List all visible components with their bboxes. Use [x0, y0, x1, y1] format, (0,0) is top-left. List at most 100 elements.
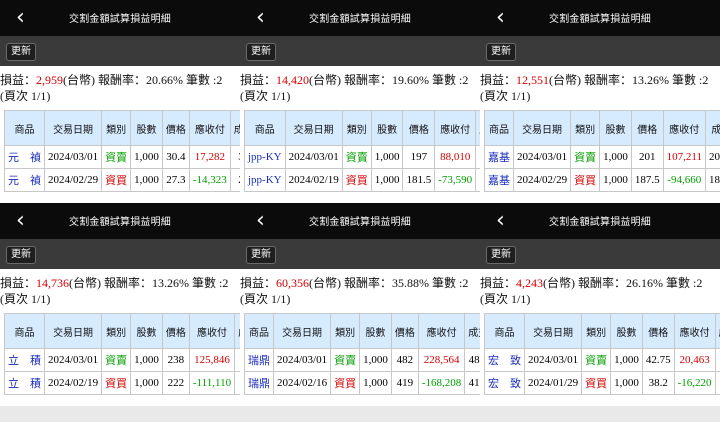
table-row[interactable]: 嘉基 2024/02/29 資買 1,000 187.5 -94,660 187… — [484, 168, 720, 192]
cell-date: 2024/03/01 — [43, 145, 103, 169]
update-button[interactable]: 更新 — [486, 43, 516, 61]
col-type: 類別 — [570, 110, 601, 146]
table-row[interactable]: 元 禎 2024/03/01 資賣 1,000 30.4 17,282 30 — [4, 145, 240, 169]
col-date: 交易日期 — [523, 313, 583, 349]
count-label: 筆數 : — [669, 73, 703, 87]
col-deal: 成交 — [714, 313, 720, 349]
cell-price: 42.75 — [641, 348, 675, 372]
col-type: 類別 — [581, 313, 612, 349]
cell-type: 資買 — [581, 371, 612, 395]
table-row[interactable]: 立 積 2024/03/01 資賣 1,000 238 125,846 23 — [4, 348, 240, 372]
count-label: 筆數 : — [183, 73, 217, 87]
summary: 損益：14,736(台幣) 報酬率：13.26% 筆數 :2 (頁次 1/1) — [0, 275, 240, 307]
cell-qty: 1,000 — [610, 371, 643, 395]
update-button[interactable]: 更新 — [246, 43, 276, 61]
trade-table: 商品 交易日期 類別 股數 價格 應收付 成交 jpp-KY 2024/03/0… — [244, 110, 480, 192]
page-title: 交割金額試算損益明細 — [69, 14, 171, 25]
profit-value: 2,959 — [36, 73, 64, 87]
count: 2 — [702, 73, 709, 87]
cell-date: 2024/03/01 — [512, 145, 572, 169]
return-rate-label: 報酬率： — [101, 276, 153, 290]
currency: (台幣) — [309, 73, 342, 87]
cell-date: 2024/02/19 — [43, 371, 103, 395]
screenshot-grid: ‹ 交割金額試算損益明細 更新 損益：2,959(台幣) 報酬率：20.66% … — [0, 0, 720, 422]
update-button[interactable]: 更新 — [6, 246, 36, 264]
table-row[interactable]: 瑞鼎 2024/02/16 資買 1,000 419 -168,208 419, — [244, 371, 480, 395]
count: 2 — [216, 73, 223, 87]
cell-qty: 1,000 — [370, 145, 404, 169]
trade-table: 商品 交易日期 類別 股數 價格 應收付 成交 元 禎 2024/03/01 資… — [4, 110, 240, 192]
table-row[interactable]: jpp-KY 2024/02/19 資買 1,000 181.5 -73,590… — [244, 168, 480, 192]
top-bar: ‹ 交割金額試算損益明細 — [240, 203, 480, 239]
table-row[interactable]: 元 禎 2024/02/29 資買 1,000 27.3 -14,323 27 — [4, 168, 240, 192]
count: 2 — [222, 276, 229, 290]
cell-price: 201 — [630, 145, 664, 169]
toolbar: 更新 — [240, 239, 480, 269]
count: 2 — [696, 276, 703, 290]
panel-2: ‹ 交割金額試算損益明細 更新 損益：14,420(台幣) 報酬率：19.60%… — [240, 0, 480, 203]
return-rate: 19.60% — [392, 73, 430, 87]
cell-qty: 1,000 — [370, 168, 404, 192]
col-price: 價格 — [630, 110, 664, 146]
cell-deal: 42 — [714, 348, 720, 372]
page-title: 交割金額試算損益明細 — [69, 217, 171, 228]
col-deal: 成交 — [464, 313, 480, 349]
cell-deal: 38 — [714, 371, 720, 395]
update-button[interactable]: 更新 — [246, 246, 276, 264]
panel-6: ‹ 交割金額試算損益明細 更新 損益：4,243(台幣) 報酬率：26.16% … — [480, 203, 720, 406]
summary: 損益：12,551(台幣) 報酬率：13.26% 筆數 :2 (頁次 1/1) — [480, 72, 720, 104]
cell-product: 元 禎 — [4, 145, 45, 169]
cell-qty: 1,000 — [359, 371, 392, 395]
cell-type: 資賣 — [570, 145, 601, 169]
cell-product: 立 積 — [4, 348, 45, 372]
col-product: 商品 — [4, 313, 45, 349]
cell-deal: 187,5 — [704, 168, 720, 192]
summary-line: 損益：2,959(台幣) 報酬率：20.66% 筆數 :2 — [0, 72, 240, 88]
update-button[interactable]: 更新 — [486, 246, 516, 264]
table-row[interactable]: 嘉基 2024/03/01 資賣 1,000 201 107,211 201,0 — [484, 145, 720, 169]
col-date: 交易日期 — [43, 313, 103, 349]
cell-type: 資賣 — [101, 145, 132, 169]
col-product: 商品 — [4, 110, 45, 146]
col-product: 商品 — [484, 313, 525, 349]
trade-table: 商品 交易日期 類別 股數 價格 應收付 成交 宏 致 2024/03/01 資… — [484, 313, 720, 395]
return-rate-label: 報酬率： — [581, 73, 633, 87]
cell-type: 資賣 — [101, 348, 132, 372]
cell-date: 2024/03/01 — [523, 348, 583, 372]
toolbar: 更新 — [480, 239, 720, 269]
count-label: 筆數 : — [189, 276, 223, 290]
cell-qty: 1,000 — [599, 168, 632, 192]
table-row[interactable]: 宏 致 2024/03/01 資賣 1,000 42.75 20,463 42 — [484, 348, 720, 372]
cell-price: 482 — [390, 348, 419, 372]
profit-label: 損益： — [240, 276, 277, 290]
profit-label: 損益： — [0, 73, 37, 87]
cell-product: 瑞鼎 — [244, 348, 274, 372]
col-qty: 股數 — [370, 110, 404, 146]
col-qty: 股數 — [599, 110, 632, 146]
summary-line: 損益：14,420(台幣) 報酬率：19.60% 筆數 :2 — [240, 72, 480, 88]
return-rate-label: 報酬率： — [341, 73, 393, 87]
summary: 損益：14,420(台幣) 報酬率：19.60% 筆數 :2 (頁次 1/1) — [240, 72, 480, 104]
table-row[interactable]: 宏 致 2024/01/29 資買 1,000 38.2 -16,220 38 — [484, 371, 720, 395]
cell-date: 2024/03/01 — [272, 348, 332, 372]
count-label: 筆數 : — [429, 276, 463, 290]
table-row[interactable]: 立 積 2024/02/19 資買 1,000 222 -111,110 22 — [4, 371, 240, 395]
cell-qty: 1,000 — [130, 371, 163, 395]
cell-date: 2024/01/29 — [523, 371, 583, 395]
col-qty: 股數 — [130, 313, 163, 349]
table-row[interactable]: jpp-KY 2024/03/01 資賣 1,000 197 88,010 19 — [244, 145, 480, 169]
col-product: 商品 — [484, 110, 514, 146]
page-title: 交割金額試算損益明細 — [549, 217, 651, 228]
cell-price: 222 — [161, 371, 190, 395]
toolbar: 更新 — [480, 36, 720, 66]
toolbar: 更新 — [0, 239, 240, 269]
return-rate: 13.26% — [152, 276, 190, 290]
toolbar: 更新 — [0, 36, 240, 66]
profit-value: 4,243 — [516, 276, 544, 290]
col-price: 價格 — [390, 313, 419, 349]
table-row[interactable]: 瑞鼎 2024/03/01 資賣 1,000 482 228,564 482, — [244, 348, 480, 372]
cell-qty: 1,000 — [599, 145, 632, 169]
cell-qty: 1,000 — [130, 145, 163, 169]
update-button[interactable]: 更新 — [6, 43, 36, 61]
col-amount: 應收付 — [188, 110, 231, 146]
